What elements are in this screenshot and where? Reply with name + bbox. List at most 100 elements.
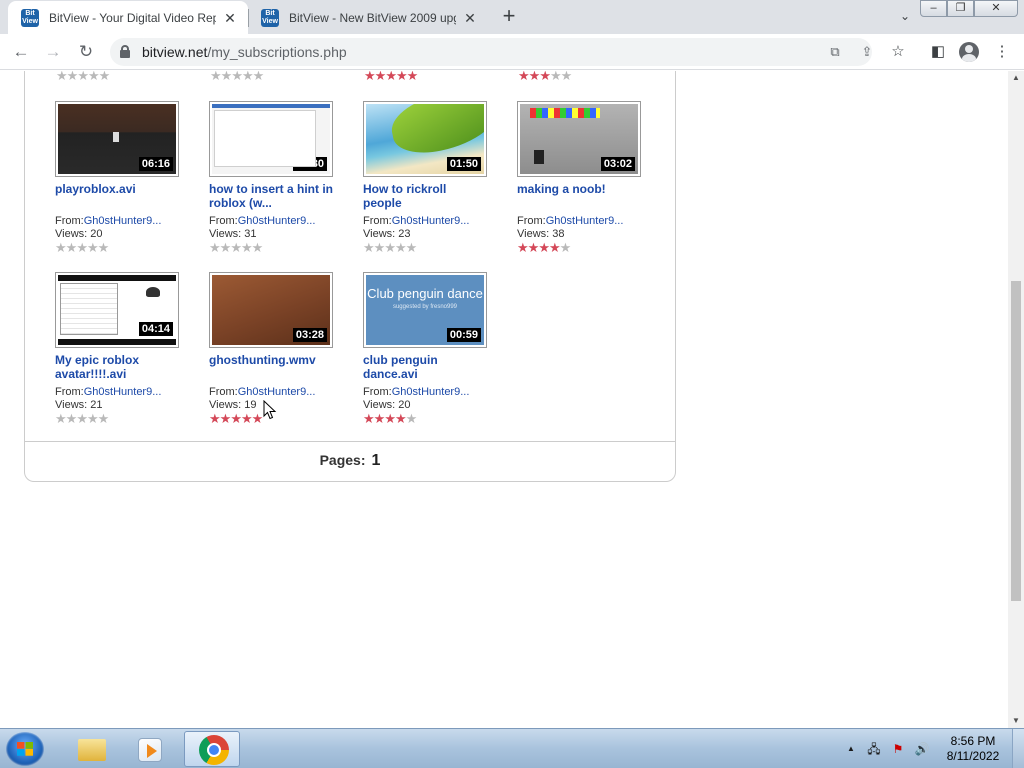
star-icon: ★ — [231, 71, 243, 83]
star-icon: ★ — [210, 71, 222, 83]
star-icon: ★ — [363, 240, 375, 255]
star-icon: ★ — [241, 71, 254, 83]
author-link[interactable]: Gh0stHunter9... — [84, 386, 162, 398]
close-icon[interactable]: ✕ — [222, 10, 238, 26]
clock-date: 8/11/2022 — [946, 749, 1000, 763]
tab-bitview-upgrade[interactable]: BitView BitView - New BitView 2009 upgra… — [248, 1, 488, 34]
lock-icon[interactable] — [120, 45, 130, 58]
author-link[interactable]: Gh0stHunter9... — [238, 386, 316, 398]
star-icon: ★ — [405, 240, 418, 255]
video-title-link[interactable]: club penguin dance.avi — [363, 353, 487, 381]
from-label: From: — [517, 215, 546, 227]
star-icon: ★ — [363, 411, 375, 426]
video-title-link[interactable]: My epic roblox avatar!!!!.avi — [55, 353, 179, 381]
author-link[interactable]: Gh0stHunter9... — [392, 215, 470, 227]
video-thumbnail[interactable]: 01:50 — [363, 101, 487, 177]
video-title-link[interactable]: playroblox.avi — [55, 182, 179, 210]
star-icon: ★ — [559, 240, 572, 255]
video-thumbnail[interactable]: 04:14 — [55, 272, 179, 348]
star-icon: ★ — [406, 71, 419, 83]
star-icon: ★ — [518, 71, 530, 83]
side-panel-icon[interactable]: ◧ — [928, 42, 948, 62]
video-thumbnail[interactable]: Club penguin dance suggested by fresno99… — [363, 272, 487, 348]
show-hidden-icons-icon[interactable]: ▲ — [843, 741, 859, 757]
star-rating: ★★★★★ — [55, 240, 195, 255]
action-center-icon[interactable]: ⚑ — [890, 741, 906, 757]
star-icon: ★ — [560, 71, 573, 83]
video-thumbnail[interactable]: 02:30 — [209, 101, 333, 177]
author-link[interactable]: Gh0stHunter9... — [392, 386, 470, 398]
star-icon: ★ — [394, 240, 407, 255]
views-count: 31 — [244, 228, 257, 240]
start-button[interactable] — [6, 732, 44, 766]
page-number-link[interactable]: 1 — [372, 452, 381, 469]
author-link[interactable]: Gh0stHunter9... — [84, 215, 162, 227]
windows-media-player-button[interactable] — [122, 731, 178, 767]
bitview-favicon-icon: Bit View — [21, 8, 39, 27]
tab-strip: Bit View BitView - Your Digital Video Rep… — [0, 0, 1024, 34]
window-close-button[interactable]: ✕ — [974, 0, 1018, 17]
video-title-link[interactable]: How to rickroll people — [363, 182, 487, 210]
star-icon: ★ — [76, 240, 88, 255]
volume-icon[interactable]: 🔊 — [914, 741, 930, 757]
author-link[interactable]: Gh0stHunter9... — [546, 215, 624, 227]
star-icon: ★ — [364, 71, 376, 83]
profile-icon[interactable] — [959, 42, 979, 62]
video-thumbnail[interactable]: 06:16 — [55, 101, 179, 177]
video-thumbnail[interactable]: 03:28 — [209, 272, 333, 348]
star-icon: ★ — [55, 240, 67, 255]
star-rating: ★★★★★ — [518, 71, 573, 83]
views-count: 21 — [90, 399, 103, 411]
video-title-link[interactable]: making a noob! — [517, 182, 641, 210]
share-icon[interactable]: ⇪ — [858, 43, 876, 61]
video-meta: From:Gh0stHunter9... Views: 20 — [55, 215, 195, 241]
video-meta: From:Gh0stHunter9... Views: 23 — [363, 215, 503, 241]
video-title-link[interactable]: ghosthunting.wmv — [209, 353, 333, 381]
chrome-taskbar-button[interactable] — [184, 731, 240, 767]
kebab-menu-icon[interactable]: ⋮ — [992, 42, 1012, 62]
video-thumbnail[interactable]: 03:02 — [517, 101, 641, 177]
video-item: 03:02 making a noob! From:Gh0stHunter9..… — [517, 101, 657, 254]
tab-search-chevron-icon[interactable]: ⌄ — [896, 7, 914, 25]
bookmark-star-icon[interactable]: ☆ — [888, 42, 908, 62]
author-link[interactable]: Gh0stHunter9... — [238, 215, 316, 227]
pagination-divider — [25, 441, 675, 442]
star-icon: ★ — [56, 71, 68, 83]
star-icon: ★ — [251, 240, 264, 255]
from-label: From: — [55, 386, 84, 398]
minimize-button[interactable]: – — [920, 0, 947, 17]
pages-label: Pages: — [319, 452, 366, 468]
video-duration: 03:28 — [292, 328, 327, 342]
views-label: Views: — [55, 228, 88, 240]
new-tab-button[interactable]: + — [497, 5, 521, 29]
star-icon: ★ — [538, 240, 550, 255]
address-bar[interactable]: bitview.net/my_subscriptions.php ⧉ ⇪ — [110, 38, 872, 66]
subscriptions-panel: ★★★★★ ★★★★★ ★★★★★ ★★★★★ 06:16 playroblox… — [24, 71, 676, 482]
close-icon[interactable]: ✕ — [462, 10, 478, 26]
forward-button[interactable]: → — [41, 40, 65, 64]
page-scrollbar[interactable]: ▲ ▼ — [1008, 71, 1024, 728]
network-icon[interactable]: 🖧 — [866, 741, 882, 757]
back-button[interactable]: ← — [9, 40, 33, 64]
scrollbar-thumb[interactable] — [1011, 281, 1021, 601]
star-icon: ★ — [251, 411, 264, 426]
star-icon: ★ — [405, 411, 418, 426]
scroll-down-arrow-icon[interactable]: ▼ — [1008, 714, 1024, 728]
tab-bitview-home[interactable]: Bit View BitView - Your Digital Video Rep… — [8, 1, 248, 34]
restore-button[interactable]: ❐ — [947, 0, 974, 17]
url-text[interactable]: bitview.net/my_subscriptions.php — [142, 44, 347, 60]
star-icon: ★ — [97, 411, 110, 426]
show-desktop-button[interactable] — [1012, 729, 1024, 768]
star-icon: ★ — [374, 71, 387, 83]
system-clock[interactable]: 8:56 PM 8/11/2022 — [938, 734, 1008, 764]
scroll-up-arrow-icon[interactable]: ▲ — [1008, 71, 1024, 85]
popup-blocked-icon[interactable]: ⧉ — [826, 43, 844, 61]
window-controls: – ❐ ✕ — [920, 0, 1018, 17]
windows-explorer-button[interactable] — [62, 731, 118, 767]
star-icon: ★ — [252, 71, 265, 83]
video-item: 04:14 My epic roblox avatar!!!!.avi From… — [55, 272, 195, 425]
reload-button[interactable]: ↻ — [74, 40, 98, 64]
video-title-link[interactable]: how to insert a hint in roblox (w... — [209, 182, 333, 210]
star-rating: ★★★★★ — [364, 71, 419, 83]
folder-icon — [78, 739, 106, 761]
